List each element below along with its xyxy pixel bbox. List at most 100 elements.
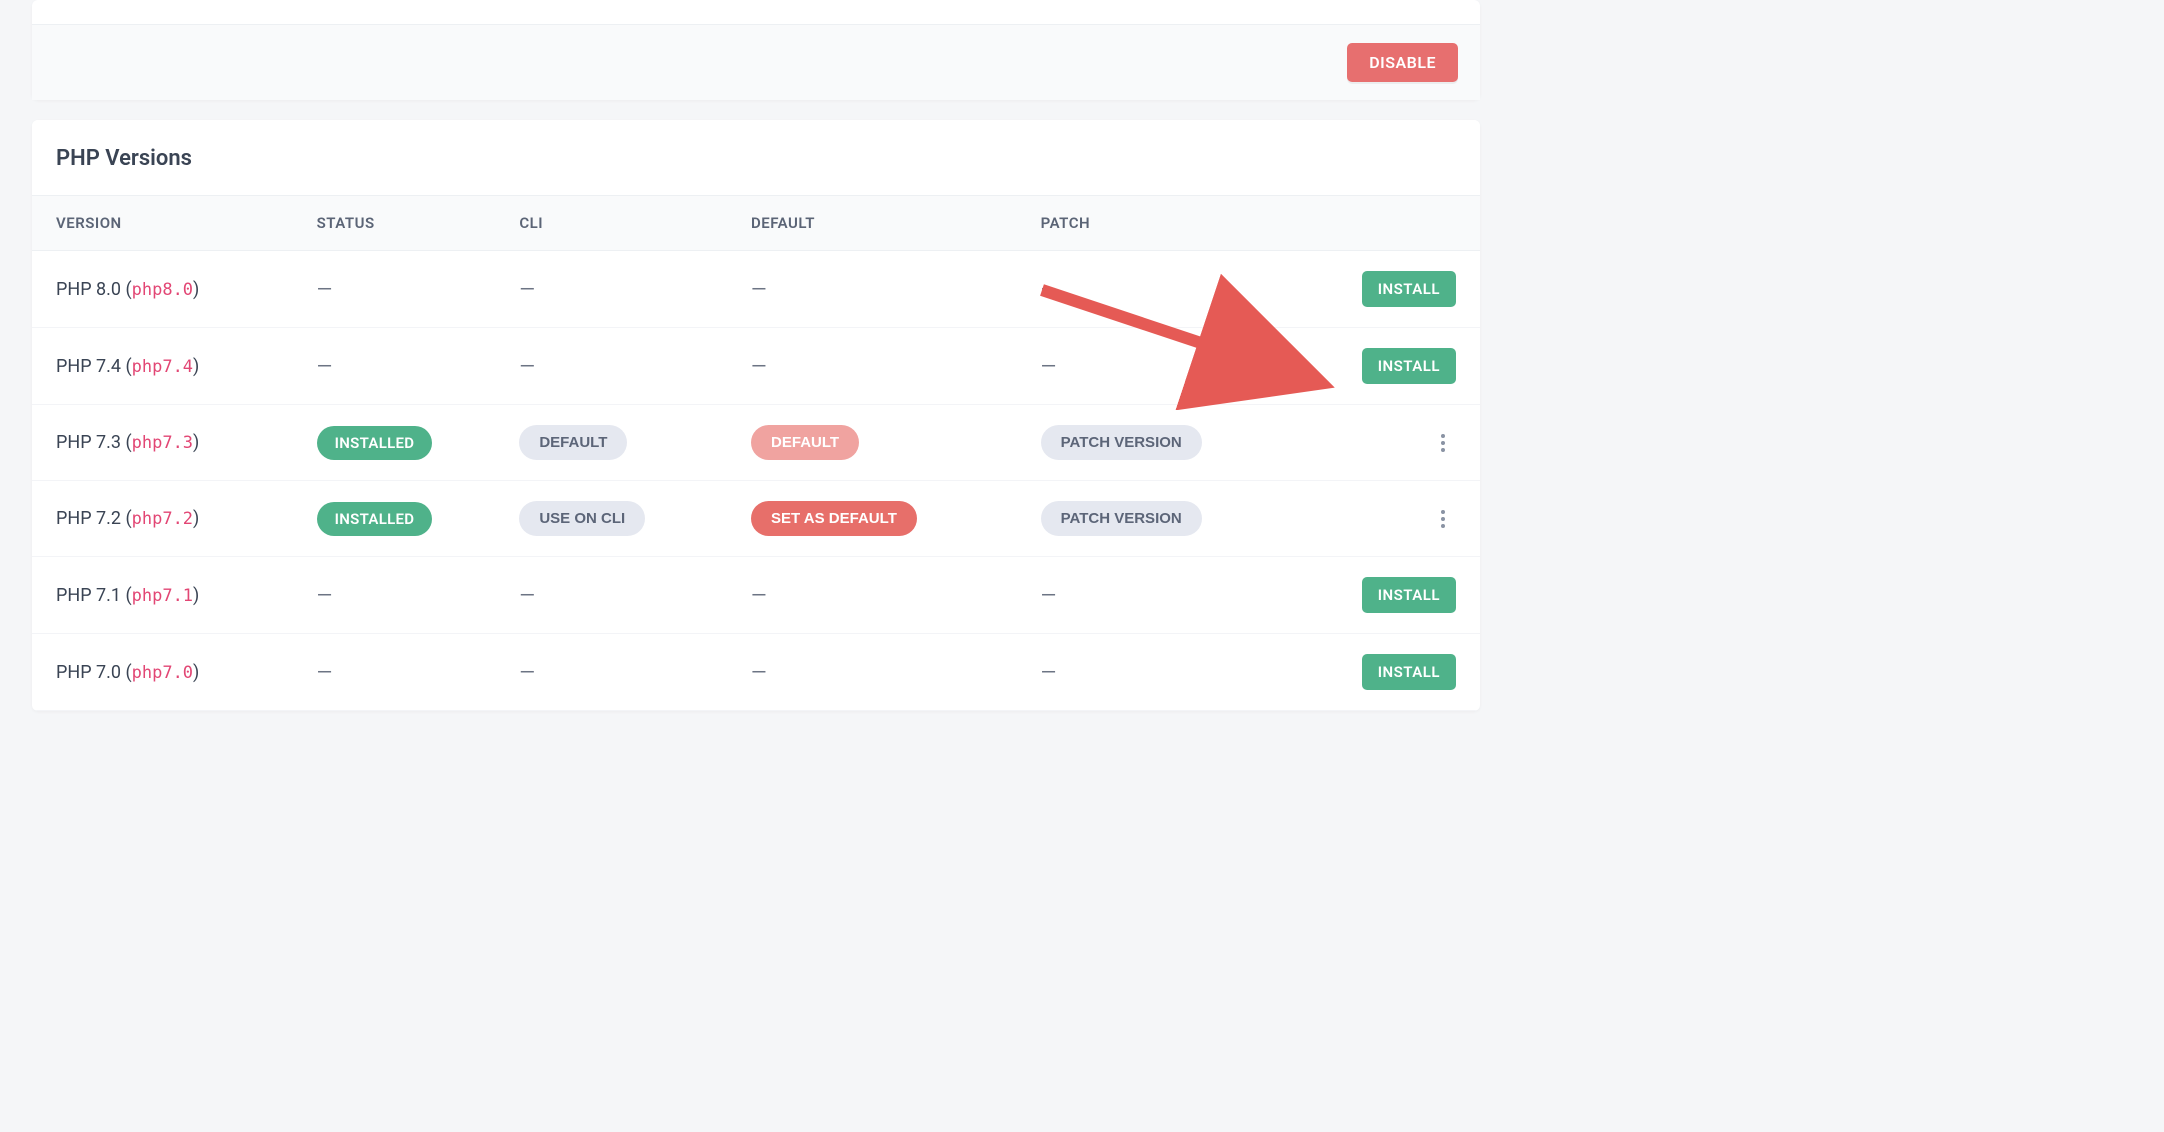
version-slug: php7.0 — [132, 663, 193, 683]
version-suffix: ) — [193, 585, 199, 606]
cell-version: PHP 7.4 (php7.4) — [32, 328, 293, 405]
cell-status: INSTALLED — [293, 481, 496, 557]
section-title: PHP Versions — [56, 146, 1456, 171]
cell-actions — [1277, 481, 1480, 557]
cell-version: PHP 7.1 (php7.1) — [32, 557, 293, 634]
table-row: PHP 7.1 (php7.1) — — — — INSTALL — [32, 557, 1480, 634]
dash: — — [1041, 354, 1057, 378]
cell-patch: — — [1017, 251, 1278, 328]
dash: — — [1041, 277, 1057, 301]
cli-default-badge[interactable]: DEFAULT — [519, 425, 627, 460]
version-prefix: PHP 7.1 ( — [56, 585, 132, 606]
dash: — — [751, 354, 767, 378]
version-suffix: ) — [193, 279, 199, 300]
cell-default: DEFAULT — [727, 405, 1017, 481]
col-status: STATUS — [293, 196, 496, 251]
version-prefix: PHP 8.0 ( — [56, 279, 132, 300]
version-suffix: ) — [193, 356, 199, 377]
cell-version: PHP 7.0 (php7.0) — [32, 634, 293, 711]
cell-status: — — [293, 557, 496, 634]
cell-patch: PATCH VERSION — [1017, 481, 1278, 557]
col-default: DEFAULT — [727, 196, 1017, 251]
cell-status: — — [293, 251, 496, 328]
version-slug: php7.1 — [132, 586, 193, 606]
col-version: VERSION — [32, 196, 293, 251]
version-prefix: PHP 7.0 ( — [56, 662, 132, 683]
dash: — — [519, 660, 535, 684]
cell-cli: — — [495, 251, 727, 328]
php-versions-table: VERSION STATUS CLI DEFAULT PATCH PHP 8.0… — [32, 196, 1480, 711]
table-body: PHP 8.0 (php8.0)————INSTALLPHP 7.4 (php7… — [32, 251, 1480, 711]
cell-cli: DEFAULT — [495, 405, 727, 481]
dash: — — [1041, 660, 1057, 684]
version-prefix: PHP 7.4 ( — [56, 356, 132, 377]
cell-default: — — [727, 634, 1017, 711]
cell-actions: INSTALL — [1277, 634, 1480, 711]
top-card-footer: DISABLE — [32, 25, 1480, 100]
row-menu-button[interactable] — [1430, 503, 1456, 535]
cell-version: PHP 7.3 (php7.3) — [32, 405, 293, 481]
table-row: PHP 7.2 (php7.2) INSTALLED USE ON CLI SET A… — [32, 481, 1480, 557]
dash: — — [519, 583, 535, 607]
dash: — — [519, 277, 535, 301]
col-patch: PATCH — [1017, 196, 1278, 251]
dash: — — [519, 354, 535, 378]
patch-version-button[interactable]: PATCH VERSION — [1041, 501, 1202, 536]
dash: — — [317, 277, 333, 301]
table-row: PHP 7.4 (php7.4) — — — — INSTALL — [32, 328, 1480, 405]
dash: — — [317, 354, 333, 378]
default-badge[interactable]: DEFAULT — [751, 425, 859, 460]
cell-patch: — — [1017, 557, 1278, 634]
set-as-default-button[interactable]: SET AS DEFAULT — [751, 501, 917, 536]
top-card-body — [32, 0, 1480, 25]
dash: — — [317, 583, 333, 607]
dash: — — [1041, 583, 1057, 607]
kebab-icon — [1440, 433, 1446, 453]
php-versions-card: PHP Versions VERSION STATUS CLI DEFAULT … — [32, 120, 1480, 711]
version-slug: php8.0 — [132, 280, 193, 300]
cell-cli: — — [495, 634, 727, 711]
version-slug: php7.2 — [132, 509, 193, 529]
cell-actions: INSTALL — [1277, 557, 1480, 634]
version-slug: php7.3 — [132, 433, 193, 453]
cell-version: PHP 7.2 (php7.2) — [32, 481, 293, 557]
disable-button[interactable]: DISABLE — [1347, 43, 1458, 82]
version-slug: php7.4 — [132, 357, 193, 377]
cell-default: SET AS DEFAULT — [727, 481, 1017, 557]
cell-status: — — [293, 328, 496, 405]
table-row: PHP 7.3 (php7.3) INSTALLED DEFAULT DEFAULT P… — [32, 405, 1480, 481]
cell-version: PHP 8.0 (php8.0) — [32, 251, 293, 328]
cell-default: — — [727, 557, 1017, 634]
cell-patch: — — [1017, 328, 1278, 405]
dash: — — [751, 660, 767, 684]
dash: — — [317, 660, 333, 684]
section-header: PHP Versions — [32, 120, 1480, 196]
col-actions — [1277, 196, 1480, 251]
version-suffix: ) — [193, 508, 199, 529]
install-button[interactable]: INSTALL — [1362, 577, 1456, 613]
cell-cli: — — [495, 328, 727, 405]
cell-actions — [1277, 405, 1480, 481]
cell-actions: INSTALL — [1277, 328, 1480, 405]
cell-default: — — [727, 251, 1017, 328]
version-suffix: ) — [193, 662, 199, 683]
use-on-cli-button[interactable]: USE ON CLI — [519, 501, 645, 536]
version-suffix: ) — [193, 432, 199, 453]
install-button[interactable]: INSTALL — [1362, 348, 1456, 384]
cell-patch: — — [1017, 634, 1278, 711]
table-row: PHP 8.0 (php8.0) — — — — INSTALL — [32, 251, 1480, 328]
version-prefix: PHP 7.2 ( — [56, 508, 132, 529]
installed-badge: INSTALLED — [317, 426, 433, 460]
cell-actions: INSTALL — [1277, 251, 1480, 328]
installed-badge: INSTALLED — [317, 502, 433, 536]
cell-default: — — [727, 328, 1017, 405]
version-prefix: PHP 7.3 ( — [56, 432, 132, 453]
install-button[interactable]: INSTALL — [1362, 654, 1456, 690]
col-cli: CLI — [495, 196, 727, 251]
dash: — — [751, 277, 767, 301]
install-button[interactable]: INSTALL — [1362, 271, 1456, 307]
cell-status: INSTALLED — [293, 405, 496, 481]
row-menu-button[interactable] — [1430, 427, 1456, 459]
patch-version-button[interactable]: PATCH VERSION — [1041, 425, 1202, 460]
cell-status: — — [293, 634, 496, 711]
